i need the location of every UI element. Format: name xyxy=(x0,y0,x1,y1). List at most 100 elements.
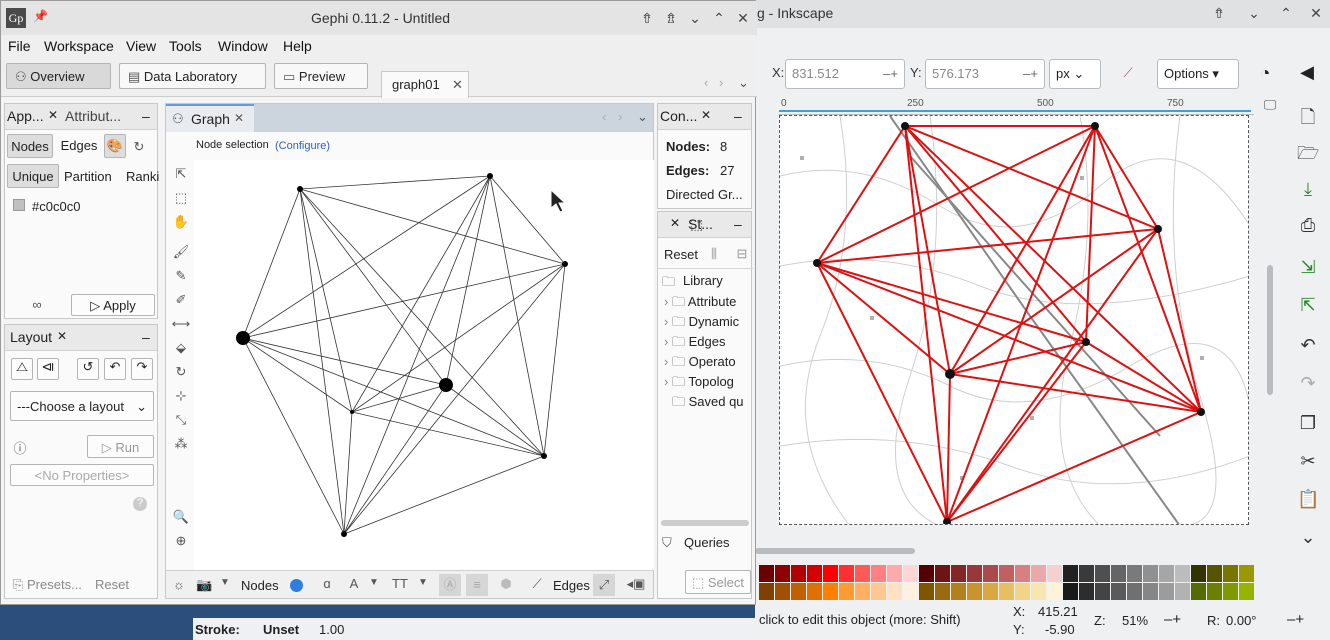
close-icon[interactable]: ✕ xyxy=(48,108,58,122)
palette-swatch[interactable] xyxy=(1015,583,1030,600)
keep-above-icon[interactable]: ⇮ xyxy=(1210,4,1228,22)
display-icon[interactable]: 🖵 xyxy=(1262,97,1278,113)
palette-swatch[interactable] xyxy=(1143,565,1158,582)
close-icon[interactable]: ✕ xyxy=(701,108,711,122)
close-icon[interactable]: ✕ xyxy=(57,329,67,343)
palette-swatch[interactable] xyxy=(903,565,918,582)
palette-swatch[interactable] xyxy=(887,565,902,582)
folder-dynamic[interactable]: › 🗀 Dynamic xyxy=(664,313,754,335)
filters-reset-button[interactable]: Reset xyxy=(664,247,698,262)
palette-swatch[interactable] xyxy=(823,565,838,582)
palette-swatch[interactable] xyxy=(1159,565,1174,582)
palette-swatch[interactable] xyxy=(871,583,886,600)
color-palette[interactable] xyxy=(755,565,1330,601)
palette-swatch[interactable] xyxy=(1239,565,1254,582)
undo-icon[interactable]: ↶ xyxy=(1297,334,1319,356)
caret-down-icon[interactable]: ▼ xyxy=(418,577,428,588)
more-icon[interactable]: ⌄ xyxy=(1297,526,1319,548)
palette-swatch[interactable] xyxy=(807,565,822,582)
palette-swatch[interactable] xyxy=(855,565,870,582)
keep-above-icon[interactable]: ⇮ xyxy=(638,9,656,27)
palette-swatch[interactable] xyxy=(951,583,966,600)
palette-icon[interactable]: 🎨 xyxy=(104,134,126,158)
close-icon[interactable]: ✕ xyxy=(670,216,680,230)
menu-window[interactable]: Window xyxy=(218,38,268,54)
chevron-left-icon[interactable]: ‹ xyxy=(704,75,708,90)
close-icon[interactable]: ✕ xyxy=(452,77,463,93)
palette-swatch[interactable] xyxy=(1031,583,1046,600)
duplicate-icon[interactable]: ❐ xyxy=(1297,412,1319,434)
help-icon[interactable]: ? xyxy=(133,497,147,511)
overview-button[interactable]: ⚇ Overview xyxy=(6,63,111,89)
chevron-down-icon[interactable]: ⌄ xyxy=(637,109,648,125)
palette-swatch[interactable] xyxy=(919,565,934,582)
camera-icon[interactable]: 📷 xyxy=(196,577,212,593)
palette-swatch[interactable] xyxy=(775,565,790,582)
palette-swatch[interactable] xyxy=(903,583,918,600)
vertical-scrollbar[interactable] xyxy=(1267,265,1273,395)
presets-button[interactable]: ⎘ Presets... xyxy=(13,577,82,593)
open-folder-icon[interactable]: 🗁 xyxy=(1297,142,1319,164)
palette-swatch[interactable] xyxy=(1127,565,1142,582)
undo-icon[interactable]: ↶ xyxy=(104,358,126,380)
shortest-path-icon[interactable]: ⟷ xyxy=(170,316,192,332)
tab-layout[interactable]: Layout xyxy=(10,329,52,345)
node-color-icon[interactable] xyxy=(290,579,303,592)
options-button[interactable]: Options ▾ xyxy=(1157,59,1239,89)
caret-down-icon[interactable]: ▼ xyxy=(369,577,379,588)
palette-swatch[interactable] xyxy=(967,583,982,600)
close-icon[interactable]: ✕ xyxy=(234,111,244,125)
font-icon[interactable]: A xyxy=(347,576,361,591)
folder-operator[interactable]: › 🗀 Operato xyxy=(664,353,754,375)
palette-swatch[interactable] xyxy=(759,583,774,600)
y-input[interactable]: 576.173 –+ xyxy=(925,59,1045,89)
pin-icon[interactable]: 📌 xyxy=(33,9,48,23)
ranking-tab[interactable]: Ranki xyxy=(126,169,159,184)
edge-pencil-icon[interactable]: ⟋ xyxy=(528,576,546,592)
palette-swatch[interactable] xyxy=(999,565,1014,582)
text-size-icon[interactable]: TT xyxy=(392,576,408,591)
palette-swatch[interactable] xyxy=(1239,583,1254,600)
palette-swatch[interactable] xyxy=(1191,583,1206,600)
paste-icon[interactable]: 📋 xyxy=(1297,488,1319,510)
pencil-icon[interactable]: ✎ xyxy=(170,268,192,284)
settings-icon[interactable]: ☼ xyxy=(172,577,186,592)
palette-swatch[interactable] xyxy=(1223,583,1238,600)
export-icon[interactable]: ⇱ xyxy=(1297,294,1319,316)
brush-icon[interactable]: 🖌 xyxy=(170,244,192,260)
label-icon[interactable]: ɑ xyxy=(319,576,335,591)
zoom-icon[interactable]: 🔍 xyxy=(170,509,192,525)
link-icon[interactable]: ∞ xyxy=(27,297,47,312)
palette-swatch[interactable] xyxy=(791,565,806,582)
palette-swatch[interactable] xyxy=(1047,565,1062,582)
preview-button[interactable]: ▭ Preview xyxy=(274,63,368,89)
minimize-icon[interactable]: ⌄ xyxy=(1245,4,1263,22)
caret-down-icon[interactable]: ▼ xyxy=(220,577,230,588)
palette-swatch[interactable] xyxy=(935,565,950,582)
palette-swatch[interactable] xyxy=(919,583,934,600)
palette-swatch[interactable] xyxy=(935,583,950,600)
chevron-right-icon[interactable]: › xyxy=(719,75,723,90)
rotate-icon[interactable]: ↻ xyxy=(170,364,192,380)
tab-attributes[interactable]: Attribut... xyxy=(65,108,121,124)
run-button[interactable]: ▷ Run xyxy=(87,435,154,458)
size-brush-icon[interactable]: ✐ xyxy=(170,292,192,308)
redo-icon[interactable]: ↷ xyxy=(131,358,153,380)
unique-tab[interactable]: Unique xyxy=(7,164,59,188)
menu-tools[interactable]: Tools xyxy=(169,38,202,54)
refresh-icon[interactable]: ↻ xyxy=(131,139,147,155)
palette-swatch[interactable] xyxy=(1111,565,1126,582)
palette-swatch[interactable] xyxy=(1175,565,1190,582)
palette-swatch[interactable] xyxy=(791,583,806,600)
close-icon[interactable]: ✕ xyxy=(1307,4,1325,22)
maximize-icon[interactable]: ⌃ xyxy=(1277,4,1295,22)
group-icon[interactable]: ⁂ xyxy=(170,436,192,452)
unit-select[interactable]: px ⌄ xyxy=(1049,59,1101,89)
layout-tool-icon[interactable]: ⧍ xyxy=(11,358,33,380)
folder-topology[interactable]: › 🗀 Topolog xyxy=(664,373,754,395)
color-swatch[interactable] xyxy=(13,199,25,211)
palette-swatch[interactable] xyxy=(775,583,790,600)
maximize-icon[interactable]: ⌃ xyxy=(710,9,728,27)
folder-saved-queries[interactable]: › 🗀 Saved qu xyxy=(664,393,754,415)
import-icon[interactable]: ⇲ xyxy=(1297,256,1319,278)
